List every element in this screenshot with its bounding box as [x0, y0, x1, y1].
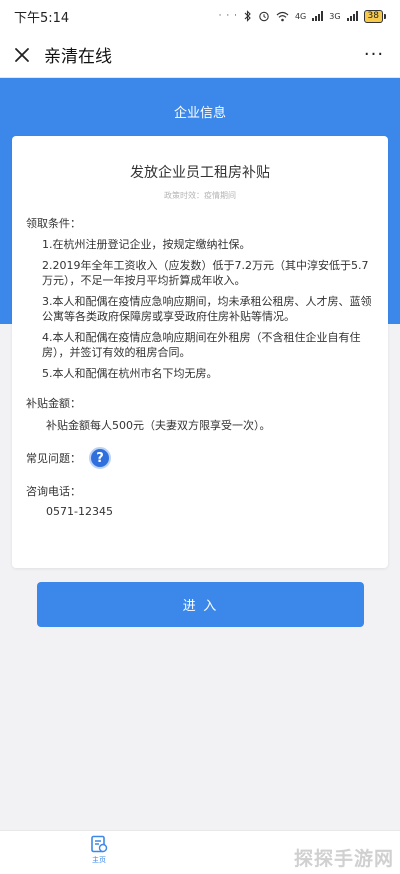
watermark-logo: 探探手游网	[293, 848, 394, 870]
policy-subtitle: 政策时效：疫情期间	[164, 191, 236, 200]
condition-item: 2.2019年全年工资收入（应发数）低于7.2万元（其中淳安低于5.7万元），不…	[42, 259, 369, 287]
close-button[interactable]	[6, 39, 38, 71]
notification-dots-icon: · · ·	[218, 11, 238, 21]
bluetooth-icon	[244, 10, 251, 22]
phone-label: 咨询电话：	[26, 485, 81, 498]
status-icons: · · · 4G 3G 38	[218, 9, 386, 23]
network-4g-label: 4G	[294, 11, 307, 21]
condition-item: 4.本人和配偶在疫情应急响应期间在外租房（不含租住企业自有住房），并签订有效的租…	[42, 331, 361, 359]
phone-number[interactable]: 0571-12345	[26, 505, 374, 518]
signal-1-icon	[312, 11, 324, 21]
signal-2-icon	[346, 11, 358, 21]
enter-button[interactable]: 进 入	[37, 582, 364, 627]
status-bar: 下午5:14 · · · 4G 3G 38	[0, 0, 400, 32]
condition-item: 5.本人和配偶在杭州市名下均无房。	[42, 367, 218, 380]
wifi-icon	[276, 11, 289, 21]
policy-card: 发放企业员工租房补贴 政策时效：疫情期间 领取条件： 1.在杭州注册登记企业，按…	[12, 136, 388, 568]
condition-item: 1.在杭州注册登记企业，按规定缴纳社保。	[42, 238, 251, 251]
close-icon	[15, 47, 29, 62]
faq-row: 常见问题： ?	[26, 447, 374, 469]
status-time: 下午5:14	[14, 10, 70, 26]
tab-home-label: 主页	[92, 856, 106, 864]
faq-label: 常见问题：	[26, 452, 81, 465]
more-menu-button[interactable]: ···	[356, 39, 392, 71]
subsidy-text: 补贴金额每人500元（夫妻双方限享受一次）。	[46, 419, 271, 432]
section-title: 企业信息	[173, 106, 226, 121]
subsidy-label: 补贴金额：	[26, 397, 81, 410]
policy-title: 发放企业员工租房补贴	[130, 165, 270, 181]
home-doc-icon	[91, 835, 108, 853]
nav-bar: 亲清在线 ···	[0, 32, 400, 78]
faq-help-icon[interactable]: ?	[89, 447, 111, 469]
battery-icon: 38	[363, 9, 386, 23]
conditions-label: 领取条件：	[26, 217, 81, 230]
condition-item: 3.本人和配偶在疫情应急响应期间，均未承租公租房、人才房、蓝领公寓等各类政府保障…	[42, 295, 372, 323]
page-title: 亲清在线	[44, 47, 112, 67]
battery-level: 38	[363, 9, 383, 23]
alarm-icon	[259, 11, 269, 22]
network-3g-label: 3G	[329, 11, 341, 21]
tab-home[interactable]: 主页	[86, 835, 112, 865]
